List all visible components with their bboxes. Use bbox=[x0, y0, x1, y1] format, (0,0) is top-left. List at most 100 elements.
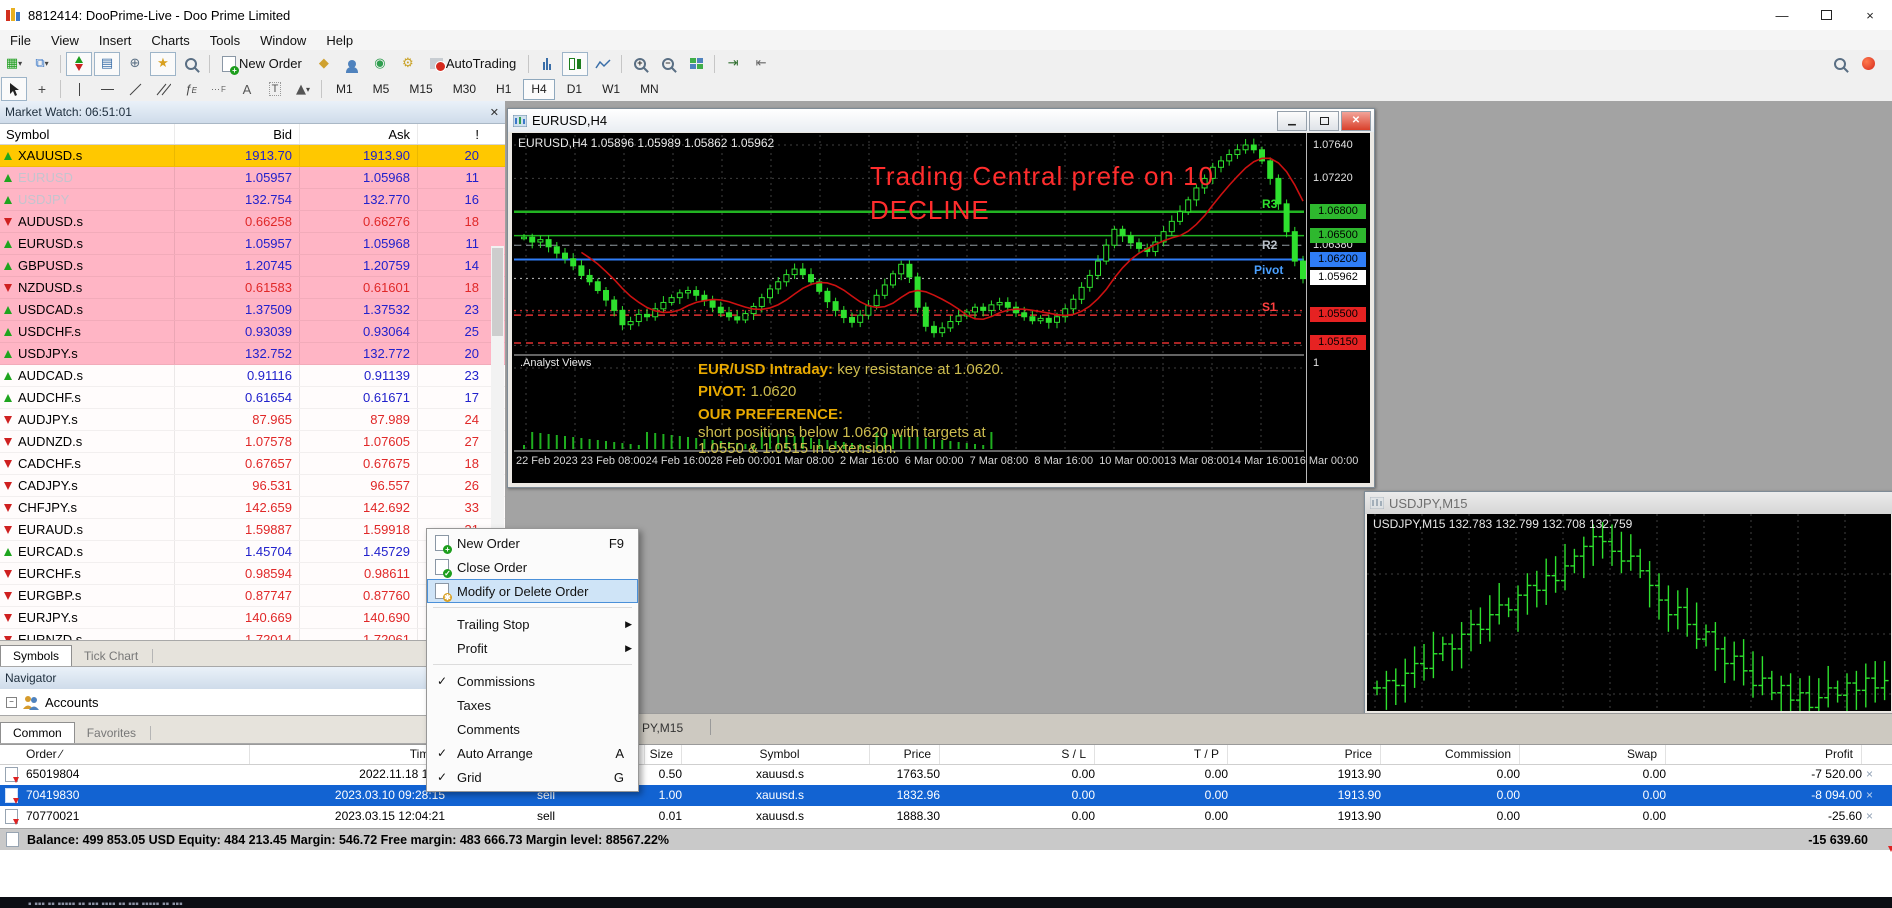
news-button[interactable]: ◉ bbox=[367, 52, 393, 76]
cursor-tool[interactable] bbox=[1, 77, 27, 101]
market-watch-toggle[interactable] bbox=[66, 52, 92, 76]
andrews-pitchfork-tool[interactable]: ⋯F bbox=[206, 77, 232, 101]
market-watch-row[interactable]: USDCAD.s1.375091.3753223 bbox=[0, 299, 505, 321]
menu-item-taxes[interactable]: Taxes bbox=[427, 693, 638, 717]
timeframe-mn[interactable]: MN bbox=[632, 79, 667, 100]
timeframe-m1[interactable]: M1 bbox=[328, 79, 361, 100]
market-watch-row[interactable]: GBPUSD.s1.207451.2075914 bbox=[0, 255, 505, 277]
menu-item-auto-arrange[interactable]: ✓Auto ArrangeA bbox=[427, 741, 638, 765]
search-button[interactable] bbox=[1827, 52, 1853, 76]
tree-expander-icon[interactable]: − bbox=[6, 697, 17, 708]
menu-file[interactable]: File bbox=[0, 31, 41, 50]
menu-item-modify-or-delete-order[interactable]: ✱Modify or Delete Order bbox=[427, 579, 638, 603]
column-bid[interactable]: Bid bbox=[175, 124, 300, 144]
column-symbol[interactable]: Symbol bbox=[0, 124, 175, 144]
text-label-tool[interactable]: T bbox=[262, 77, 288, 101]
header-profit[interactable]: Profit bbox=[1672, 745, 1862, 764]
terminal-tab-strip[interactable]: ▪ ▪▪▪ ▪▪ ▪▪▪▪▪ ▪▪ ▪▪▪ ▪▪▪▪ ▪▪ ▪▪▪ ▪▪▪▪▪ … bbox=[0, 897, 1892, 908]
auto-scroll-button[interactable]: ⇥ bbox=[720, 52, 746, 76]
timeframe-h4[interactable]: H4 bbox=[523, 79, 554, 100]
market-watch-row[interactable]: USDJPY132.754132.77016 bbox=[0, 189, 505, 211]
market-watch-close-icon[interactable]: ✕ bbox=[490, 106, 499, 119]
market-watch-row[interactable]: USDJPY.s132.752132.77220 bbox=[0, 343, 505, 365]
new-chart-button[interactable]: ▦▾ bbox=[1, 52, 27, 76]
column-ask[interactable]: Ask bbox=[300, 124, 418, 144]
order-row[interactable]: 650198042022.11.18 10:3sell0.50xauusd.s1… bbox=[0, 764, 1892, 785]
new-order-button[interactable]: + New Order bbox=[215, 52, 309, 76]
header-t/p[interactable]: T / P bbox=[1100, 745, 1228, 764]
navigator-toggle[interactable]: ⊕ bbox=[122, 52, 148, 76]
timeframe-m5[interactable]: M5 bbox=[365, 79, 398, 100]
menu-item-commissions[interactable]: ✓Commissions bbox=[427, 669, 638, 693]
menu-window[interactable]: Window bbox=[250, 31, 316, 50]
trendline-tool[interactable] bbox=[122, 77, 148, 101]
market-watch-row[interactable]: XAUUSD.s1913.701913.9020 bbox=[0, 145, 505, 167]
header-swap[interactable]: Swap bbox=[1528, 745, 1666, 764]
header-commission[interactable]: Commission bbox=[1390, 745, 1520, 764]
market-watch-row[interactable]: AUDCHF.s0.616540.6167117 bbox=[0, 387, 505, 409]
order-row[interactable]: 704198302023.03.10 09:28:15sell1.00xauus… bbox=[0, 785, 1892, 806]
eurusd-restore-button[interactable] bbox=[1309, 111, 1339, 131]
eurusd-close-button[interactable]: ✕ bbox=[1341, 111, 1371, 131]
timeframe-w1[interactable]: W1 bbox=[594, 79, 628, 100]
tab-tick-chart[interactable]: Tick Chart bbox=[72, 646, 150, 666]
candlestick-chart-button[interactable] bbox=[562, 52, 588, 76]
close-order-icon[interactable]: × bbox=[1866, 806, 1886, 827]
chart-window-eurusd[interactable]: EURUSD,H4 ▁ ✕ EURUSD,H4 1.05896 1.05989 … bbox=[507, 108, 1375, 488]
window-tab-usdjpy[interactable]: PY,M15 bbox=[642, 721, 683, 735]
menu-charts[interactable]: Charts bbox=[141, 31, 199, 50]
column-spread[interactable]: ! bbox=[418, 124, 488, 144]
notification-button[interactable] bbox=[1855, 52, 1881, 76]
experts-button[interactable] bbox=[339, 52, 365, 76]
menu-view[interactable]: View bbox=[41, 31, 89, 50]
data-window-toggle[interactable]: ▤ bbox=[94, 52, 120, 76]
usdjpy-window-titlebar[interactable]: USDJPY,M15 bbox=[1365, 492, 1892, 514]
equidistant-channel-tool[interactable] bbox=[150, 77, 176, 101]
horizontal-line-tool[interactable] bbox=[94, 77, 120, 101]
options-button[interactable]: ⚙ bbox=[395, 52, 421, 76]
market-watch-row[interactable]: EURUSD.s1.059571.0596811 bbox=[0, 233, 505, 255]
close-order-icon[interactable]: × bbox=[1866, 764, 1886, 785]
market-watch-row[interactable]: CHFJPY.s142.659142.69233 bbox=[0, 497, 505, 519]
eurusd-window-titlebar[interactable]: EURUSD,H4 ▁ ✕ bbox=[508, 109, 1374, 132]
text-tool[interactable]: A bbox=[234, 77, 260, 101]
market-watch-row[interactable]: EURUSD1.059571.0596811 bbox=[0, 167, 505, 189]
header-price[interactable]: Price bbox=[1235, 745, 1381, 764]
terminal-toggle[interactable]: ★ bbox=[150, 52, 176, 76]
metaeditor-button[interactable]: ◆ bbox=[311, 52, 337, 76]
menu-item-profit[interactable]: Profit▶ bbox=[427, 636, 638, 660]
zoom-out-button[interactable]: − bbox=[655, 52, 681, 76]
market-watch-row[interactable]: AUDNZD.s1.075781.0760527 bbox=[0, 431, 505, 453]
header-price[interactable]: Price bbox=[820, 745, 940, 764]
menu-tools[interactable]: Tools bbox=[200, 31, 250, 50]
profiles-button[interactable]: ⧉▾ bbox=[29, 52, 55, 76]
menu-item-close-order[interactable]: ✓Close Order bbox=[427, 555, 638, 579]
bar-chart-button[interactable] bbox=[534, 52, 560, 76]
timeframe-m30[interactable]: M30 bbox=[445, 79, 484, 100]
header-time[interactable]: Time bbox=[250, 745, 445, 764]
usdjpy-chart-area[interactable]: USDJPY,M15 132.783 132.799 132.708 132.7… bbox=[1367, 514, 1891, 711]
market-watch-row[interactable]: NZDUSD.s0.615830.6160118 bbox=[0, 277, 505, 299]
fibonacci-tool[interactable]: ƒE bbox=[178, 77, 204, 101]
timeframe-h1[interactable]: H1 bbox=[488, 79, 519, 100]
header-order[interactable]: Order ∕ bbox=[0, 745, 250, 764]
chart-shift-button[interactable]: ⇤ bbox=[748, 52, 774, 76]
maximize-button[interactable] bbox=[1804, 1, 1848, 29]
market-watch-row[interactable]: CADJPY.s96.53196.55726 bbox=[0, 475, 505, 497]
timeframe-d1[interactable]: D1 bbox=[559, 79, 590, 100]
tab-symbols[interactable]: Symbols bbox=[0, 645, 72, 666]
menu-item-comments[interactable]: Comments bbox=[427, 717, 638, 741]
close-button[interactable]: × bbox=[1848, 1, 1892, 29]
market-watch-row[interactable]: CADCHF.s0.676570.6767518 bbox=[0, 453, 505, 475]
crosshair-tool[interactable]: + bbox=[29, 77, 55, 101]
tab-common[interactable]: Common bbox=[0, 722, 75, 743]
menu-item-trailing-stop[interactable]: Trailing Stop▶ bbox=[427, 612, 638, 636]
tab-favorites[interactable]: Favorites bbox=[75, 723, 148, 743]
minimize-button[interactable]: — bbox=[1760, 1, 1804, 29]
header-s/l[interactable]: S / L bbox=[950, 745, 1095, 764]
menu-help[interactable]: Help bbox=[316, 31, 363, 50]
zoom-in-button[interactable]: + bbox=[627, 52, 653, 76]
close-order-icon[interactable]: × bbox=[1866, 785, 1886, 806]
autotrading-button[interactable]: AutoTrading bbox=[423, 52, 523, 76]
arrows-tool[interactable]: ▲▾ bbox=[290, 77, 316, 101]
